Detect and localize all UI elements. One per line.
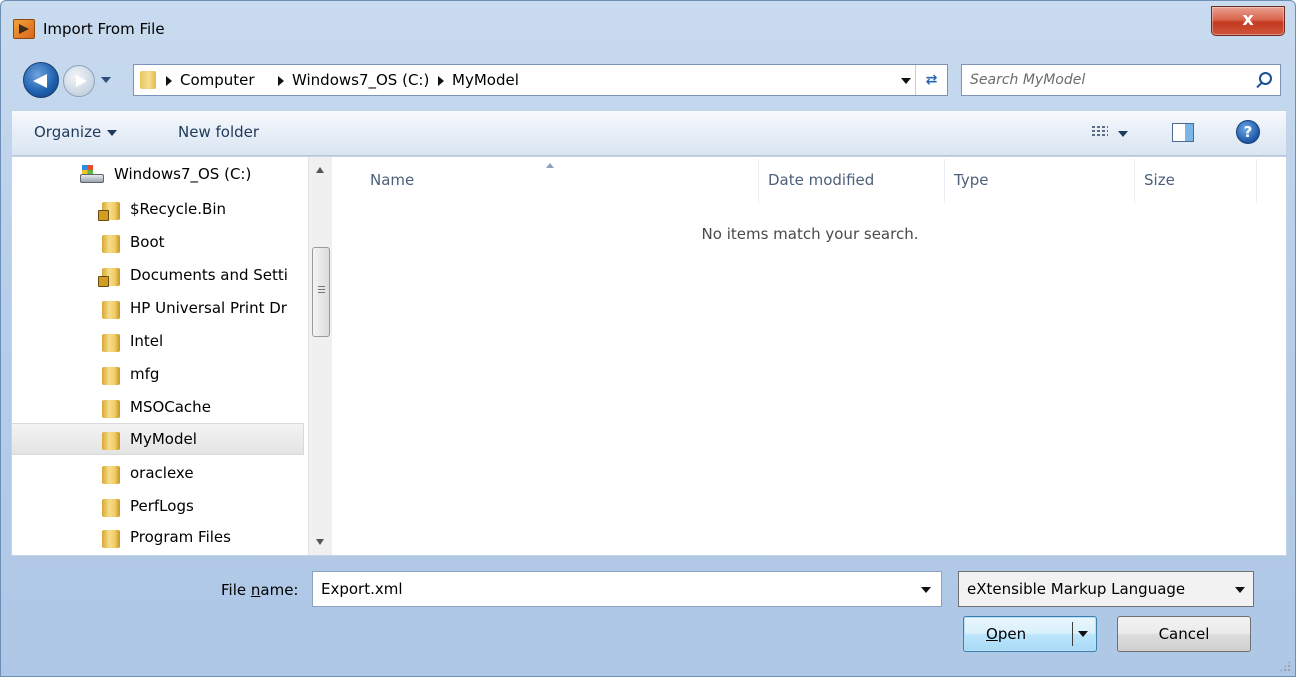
sidebar-item-label: PerfLogs <box>130 497 194 515</box>
file-type-select[interactable]: eXtensible Markup Language <box>958 571 1254 607</box>
column-header-type[interactable]: Type <box>954 171 988 189</box>
open-button-label: Open <box>986 625 1027 643</box>
chevron-down-icon <box>1235 587 1245 593</box>
sidebar-item-intel[interactable]: Intel <box>12 326 304 358</box>
folder-icon <box>102 530 120 548</box>
open-button[interactable]: Open <box>963 616 1097 652</box>
cancel-button[interactable]: Cancel <box>1117 616 1251 652</box>
search-input[interactable] <box>970 69 1240 91</box>
sidebar-item-label: MSOCache <box>130 398 211 416</box>
sidebar-item-label: Windows7_OS (C:) <box>114 165 252 183</box>
scrollbar-thumb[interactable] <box>312 247 330 337</box>
import-dialog: Import From File x Computer Windows7_OS … <box>0 0 1296 677</box>
open-options-chevron-icon[interactable] <box>1078 631 1088 637</box>
folder-icon <box>102 301 120 319</box>
search-icon[interactable] <box>1259 72 1272 85</box>
column-header-size[interactable]: Size <box>1144 171 1175 189</box>
drive-icon <box>80 165 104 185</box>
chevron-down-icon[interactable] <box>921 587 931 593</box>
title-bar: Import From File x <box>1 1 1295 53</box>
file-name-combobox[interactable] <box>312 571 942 607</box>
navigation-pane[interactable]: Windows7_OS (C:) $Recycle.Bin Boot Docum… <box>12 157 332 555</box>
breadcrumb-computer[interactable]: Computer <box>180 71 255 89</box>
search-box[interactable] <box>961 64 1281 96</box>
navigation-bar: Computer Windows7_OS (C:) MyModel ⇄ <box>1 58 1295 102</box>
view-options-chevron-icon[interactable] <box>1118 131 1128 137</box>
sidebar-item-msocache[interactable]: MSOCache <box>12 392 304 424</box>
command-bar: Organize New folder ? <box>11 110 1287 156</box>
file-name-input[interactable] <box>321 578 901 600</box>
scroll-up-arrow-icon[interactable] <box>316 167 324 173</box>
sidebar-item-recycle-bin[interactable]: $Recycle.Bin <box>12 194 304 226</box>
new-folder-button[interactable]: New folder <box>178 123 259 141</box>
address-bar[interactable]: Computer Windows7_OS (C:) MyModel ⇄ <box>133 64 948 96</box>
change-view-icon[interactable] <box>1092 126 1108 139</box>
sidebar-item-windows7-os[interactable]: Windows7_OS (C:) <box>12 159 304 191</box>
organize-button[interactable]: Organize <box>34 123 118 141</box>
folder-icon <box>102 334 120 352</box>
breadcrumb-mymodel[interactable]: MyModel <box>452 71 519 89</box>
cancel-button-label: Cancel <box>1158 625 1210 643</box>
split-button-divider <box>1072 622 1073 646</box>
close-button[interactable]: x <box>1211 6 1285 36</box>
folder-icon <box>102 499 120 517</box>
sidebar-item-label: Boot <box>130 233 165 251</box>
sidebar-item-oraclexe[interactable]: oraclexe <box>12 458 304 490</box>
refresh-icon[interactable]: ⇄ <box>915 65 947 95</box>
sidebar-item-mfg[interactable]: mfg <box>12 359 304 391</box>
window-title: Import From File <box>43 20 165 38</box>
column-divider[interactable] <box>1256 159 1257 203</box>
sidebar-item-boot[interactable]: Boot <box>12 227 304 259</box>
resize-grip-icon[interactable] <box>1279 660 1291 672</box>
address-dropdown-icon[interactable] <box>901 78 911 84</box>
help-icon[interactable]: ? <box>1236 120 1260 144</box>
scroll-down-arrow-icon[interactable] <box>316 539 324 545</box>
folder-icon <box>102 432 120 450</box>
sidebar-item-hp-universal-print[interactable]: HP Universal Print Dr <box>12 293 304 325</box>
chevron-down-icon <box>107 129 118 136</box>
browser-content: Windows7_OS (C:) $Recycle.Bin Boot Docum… <box>11 156 1287 556</box>
file-type-value: eXtensible Markup Language <box>967 580 1186 598</box>
sidebar-item-perflogs[interactable]: PerfLogs <box>12 491 304 523</box>
sidebar-item-label: $Recycle.Bin <box>130 200 227 218</box>
folder-icon <box>102 367 120 385</box>
folder-icon <box>140 71 156 89</box>
app-icon <box>13 19 35 39</box>
close-icon: x <box>1242 9 1254 30</box>
sidebar-item-label: HP Universal Print Dr <box>130 299 287 317</box>
folder-icon <box>102 466 120 484</box>
sort-ascending-icon <box>546 163 554 168</box>
breadcrumb-chevron-icon[interactable] <box>278 76 284 86</box>
breadcrumb-drive[interactable]: Windows7_OS (C:) <box>292 71 429 89</box>
column-header-date-modified[interactable]: Date modified <box>768 171 874 189</box>
sidebar-item-label: Program Files <box>130 528 231 546</box>
locked-folder-icon <box>98 202 120 221</box>
breadcrumb-chevron-icon[interactable] <box>166 76 172 86</box>
column-header-name[interactable]: Name <box>370 171 414 189</box>
folder-icon <box>102 400 120 418</box>
preview-pane-icon[interactable] <box>1172 123 1194 142</box>
column-divider[interactable] <box>1134 159 1135 203</box>
column-divider[interactable] <box>944 159 945 203</box>
sidebar-item-label: Intel <box>130 332 164 350</box>
forward-arrow-icon[interactable] <box>63 65 95 97</box>
file-name-label: File name: <box>221 581 299 599</box>
empty-list-message: No items match your search. <box>701 225 919 243</box>
sidebar-item-program-files[interactable]: Program Files <box>12 522 304 554</box>
file-list[interactable]: Name Date modified Type Size No items ma… <box>334 157 1286 555</box>
recent-locations-chevron-icon[interactable] <box>99 74 113 86</box>
locked-folder-icon <box>98 268 120 287</box>
sidebar-item-label: oraclexe <box>130 464 194 482</box>
folder-icon <box>102 235 120 253</box>
sidebar-item-label: MyModel <box>130 430 197 448</box>
sidebar-item-documents-and-settings[interactable]: Documents and Setti <box>12 260 304 292</box>
sidebar-scrollbar[interactable] <box>308 157 332 555</box>
breadcrumb-chevron-icon[interactable] <box>438 76 444 86</box>
back-arrow-icon[interactable] <box>23 62 59 98</box>
organize-label: Organize <box>34 123 102 141</box>
sidebar-item-mymodel[interactable]: MyModel <box>12 423 304 455</box>
sidebar-item-label: mfg <box>130 365 160 383</box>
sidebar-item-label: Documents and Setti <box>130 266 288 284</box>
column-divider[interactable] <box>758 159 759 203</box>
